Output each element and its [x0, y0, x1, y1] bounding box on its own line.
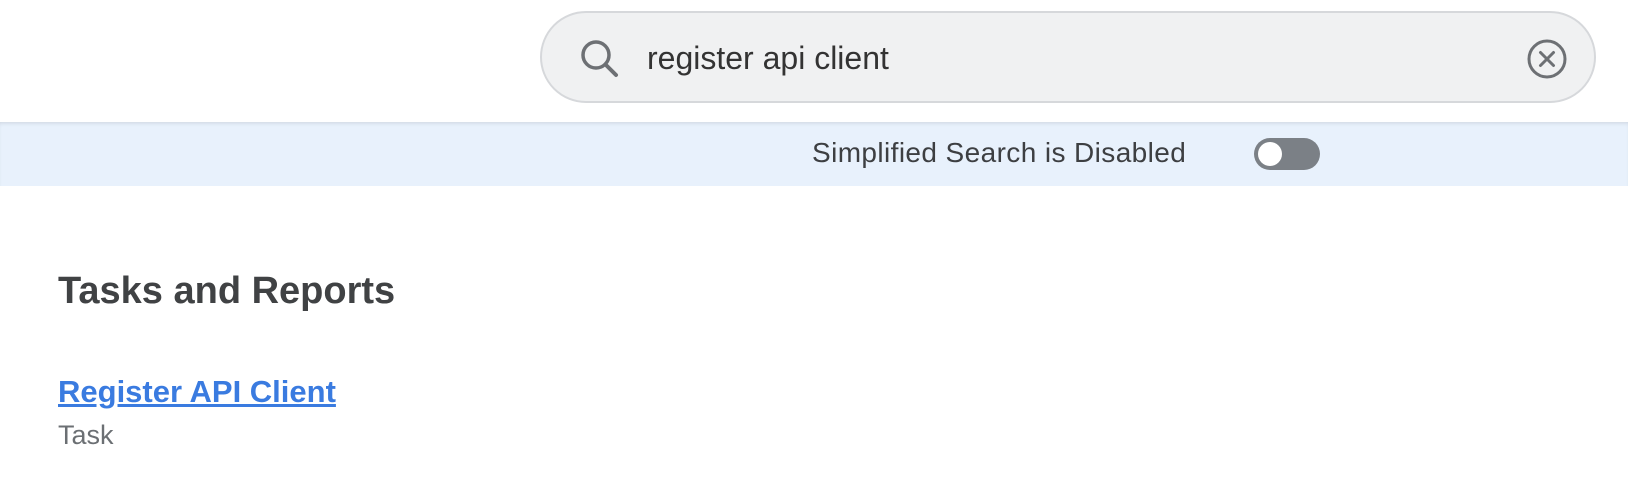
result-type-label: Task — [58, 420, 114, 450]
simplified-search-banner: Simplified Search is Disabled — [0, 122, 1628, 186]
search-box[interactable] — [540, 11, 1596, 103]
clear-circle-icon[interactable] — [1526, 38, 1568, 80]
section-title-tasks-reports: Tasks and Reports — [58, 270, 396, 312]
search-icon[interactable] — [578, 37, 622, 81]
simplified-search-toggle[interactable] — [1254, 138, 1320, 170]
result-link-register-api-client[interactable]: Register API Client — [58, 374, 336, 410]
search-input[interactable] — [647, 29, 1507, 87]
toggle-knob — [1258, 142, 1282, 166]
header — [0, 0, 1628, 122]
simplified-search-status: Simplified Search is Disabled — [812, 137, 1187, 168]
